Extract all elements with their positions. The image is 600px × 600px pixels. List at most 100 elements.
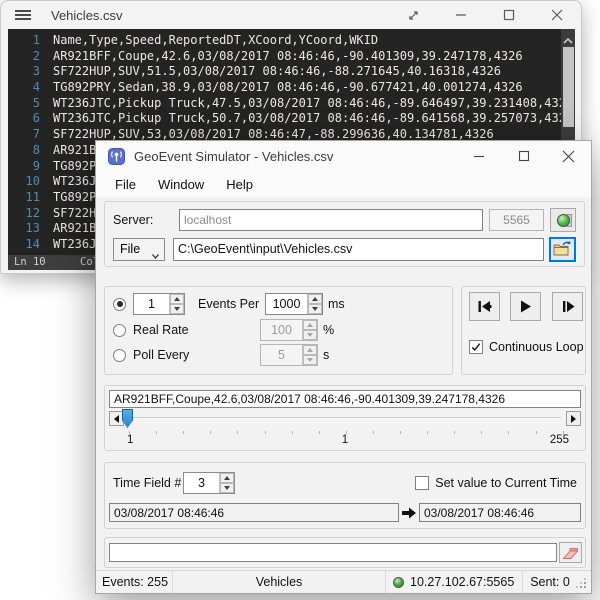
playback-group: Continuous Loop xyxy=(461,286,586,375)
server-input[interactable]: localhost xyxy=(179,209,483,231)
step-forward-button[interactable] xyxy=(552,292,583,321)
line-number: 12 xyxy=(8,206,40,222)
spin-down-icon[interactable] xyxy=(170,304,184,314)
spin-up-icon[interactable] xyxy=(303,320,317,330)
continuous-loop-label: Continuous Loop xyxy=(489,340,584,354)
seconds-label: s xyxy=(323,348,329,362)
slider-max-label: 255 xyxy=(550,434,569,446)
line-text: Name,Type,Speed,ReportedDT,XCoord,YCoord… xyxy=(40,33,378,49)
spin-down-icon[interactable] xyxy=(303,330,317,340)
endpoint-status: 10.27.102.67:5565 xyxy=(410,575,514,589)
continuous-loop-checkbox[interactable] xyxy=(469,340,483,354)
time-from-field[interactable]: 03/08/2017 08:46:46 xyxy=(109,503,399,522)
spin-up-icon[interactable] xyxy=(308,294,322,304)
menu-window[interactable]: Window xyxy=(147,173,215,196)
line-number: 14 xyxy=(8,237,40,253)
time-field-spinner[interactable]: 3 xyxy=(183,472,235,494)
editor-line: 2AR921BFF,Coupe,42.6,03/08/2017 08:46:46… xyxy=(8,49,575,65)
real-rate-spinner[interactable]: 100 xyxy=(260,319,318,341)
poll-every-label: Poll Every xyxy=(133,348,260,362)
resize-grip[interactable] xyxy=(584,586,586,588)
folder-icon xyxy=(553,241,572,257)
file-path-input[interactable]: C:\GeoEvent\input\Vehicles.csv xyxy=(173,238,544,261)
close-icon[interactable] xyxy=(546,141,591,171)
close-icon[interactable] xyxy=(533,1,581,29)
events-per-radio[interactable] xyxy=(113,298,126,311)
editor-line: 4TG892PRY,Sedan,38.9,03/08/2017 08:46:46… xyxy=(8,80,575,96)
real-rate-value: 100 xyxy=(261,320,302,340)
line-text: WT236JTC,Pickup Truck,50.7,03/08/2017 08… xyxy=(40,111,573,127)
browse-folder-button[interactable] xyxy=(549,237,576,262)
expand-icon[interactable] xyxy=(389,1,437,29)
line-text: TG892PRY,Sedan,38.9,03/08/2017 08:46:46,… xyxy=(40,80,523,96)
connect-button[interactable] xyxy=(550,208,576,232)
eraser-icon xyxy=(562,546,579,560)
editor-line: 6WT236JTC,Pickup Truck,50.7,03/08/2017 0… xyxy=(8,111,575,127)
connection-group: Server: localhost 5565 File C:\GeoEvent\… xyxy=(104,201,585,267)
step-forward-icon xyxy=(561,300,575,313)
progress-group xyxy=(104,537,586,568)
menu-help[interactable]: Help xyxy=(215,173,264,196)
connect-status-icon xyxy=(557,214,570,227)
source-type-value: File xyxy=(120,242,140,256)
skip-to-start-button[interactable] xyxy=(469,292,500,321)
line-indicator: Ln 10 xyxy=(14,255,46,270)
editor-line: 5WT236JTC,Pickup Truck,47.5,03/08/2017 0… xyxy=(8,96,575,112)
interval-ms-spinner[interactable]: 1000 xyxy=(265,293,323,315)
line-text: AR921BFF,Coupe,42.6,03/08/2017 08:46:46,… xyxy=(40,49,523,65)
simulator-titlebar: GeoEvent Simulator - Vehicles.csv xyxy=(96,141,591,171)
minimize-icon[interactable] xyxy=(437,1,485,29)
line-text: WT236JTC,Pickup Truck,47.5,03/08/2017 08… xyxy=(40,96,573,112)
progress-field xyxy=(109,543,557,562)
spin-down-icon[interactable] xyxy=(220,483,234,493)
geoevent-simulator-window: GeoEvent Simulator - Vehicles.csv File W… xyxy=(95,140,592,594)
time-field-label: Time Field # xyxy=(113,476,183,490)
play-button[interactable] xyxy=(510,292,541,321)
slider-right-button[interactable] xyxy=(566,411,581,426)
slider-current-label: 1 xyxy=(105,434,585,446)
spin-up-icon[interactable] xyxy=(170,294,184,304)
poll-value: 5 xyxy=(261,345,302,365)
line-number: 10 xyxy=(8,174,40,190)
time-field-value: 3 xyxy=(184,473,219,493)
spin-up-icon[interactable] xyxy=(303,345,317,355)
events-count-status: Events: 255 xyxy=(102,575,168,589)
set-current-time-checkbox[interactable] xyxy=(415,476,429,490)
time-group: Time Field # 3 Set value to Current Time… xyxy=(104,462,586,529)
real-rate-radio[interactable] xyxy=(113,324,126,337)
menu-file[interactable]: File xyxy=(104,173,147,196)
line-number: 8 xyxy=(8,143,40,159)
real-rate-label: Real Rate xyxy=(133,323,260,337)
rate-group: 1 Events Per 1000 ms Real Rate 100 % Pol… xyxy=(104,286,453,375)
poll-every-radio[interactable] xyxy=(113,349,126,362)
editor-line: 3SF722HUP,SUV,51.5,03/08/2017 08:46:46,-… xyxy=(8,64,575,80)
maximize-icon[interactable] xyxy=(485,1,533,29)
port-input[interactable]: 5565 xyxy=(489,209,544,231)
spin-up-icon[interactable] xyxy=(220,473,234,483)
connection-status-icon xyxy=(393,577,404,588)
spin-down-icon[interactable] xyxy=(303,355,317,365)
events-count-spinner[interactable]: 1 xyxy=(133,293,185,315)
slider-left-button[interactable] xyxy=(109,411,124,426)
maximize-icon[interactable] xyxy=(501,141,546,171)
app-icon xyxy=(108,148,125,165)
line-number: 4 xyxy=(8,80,40,96)
play-icon xyxy=(519,300,532,313)
simulation-name-status: Vehicles xyxy=(256,575,303,589)
editor-window-title: Vehicles.csv xyxy=(51,8,123,23)
scrollbar-thumb[interactable] xyxy=(563,47,574,127)
current-event-field[interactable]: AR921BFF,Coupe,42.6,03/08/2017 08:46:46,… xyxy=(109,390,581,408)
hamburger-menu-icon[interactable] xyxy=(15,10,31,20)
time-to-field[interactable]: 03/08/2017 08:46:46 xyxy=(419,503,581,522)
event-group: AR921BFF,Coupe,42.6,03/08/2017 08:46:46,… xyxy=(104,385,586,451)
server-label: Server: xyxy=(113,213,171,227)
menubar: File Window Help xyxy=(96,171,591,197)
line-number: 11 xyxy=(8,190,40,206)
spin-down-icon[interactable] xyxy=(308,304,322,314)
minimize-icon[interactable] xyxy=(456,141,501,171)
scrollbar-up-icon[interactable] xyxy=(562,33,574,43)
clear-button[interactable] xyxy=(559,542,582,563)
slider-track[interactable] xyxy=(128,417,561,419)
poll-spinner[interactable]: 5 xyxy=(260,344,318,366)
source-type-select[interactable]: File xyxy=(113,238,165,261)
